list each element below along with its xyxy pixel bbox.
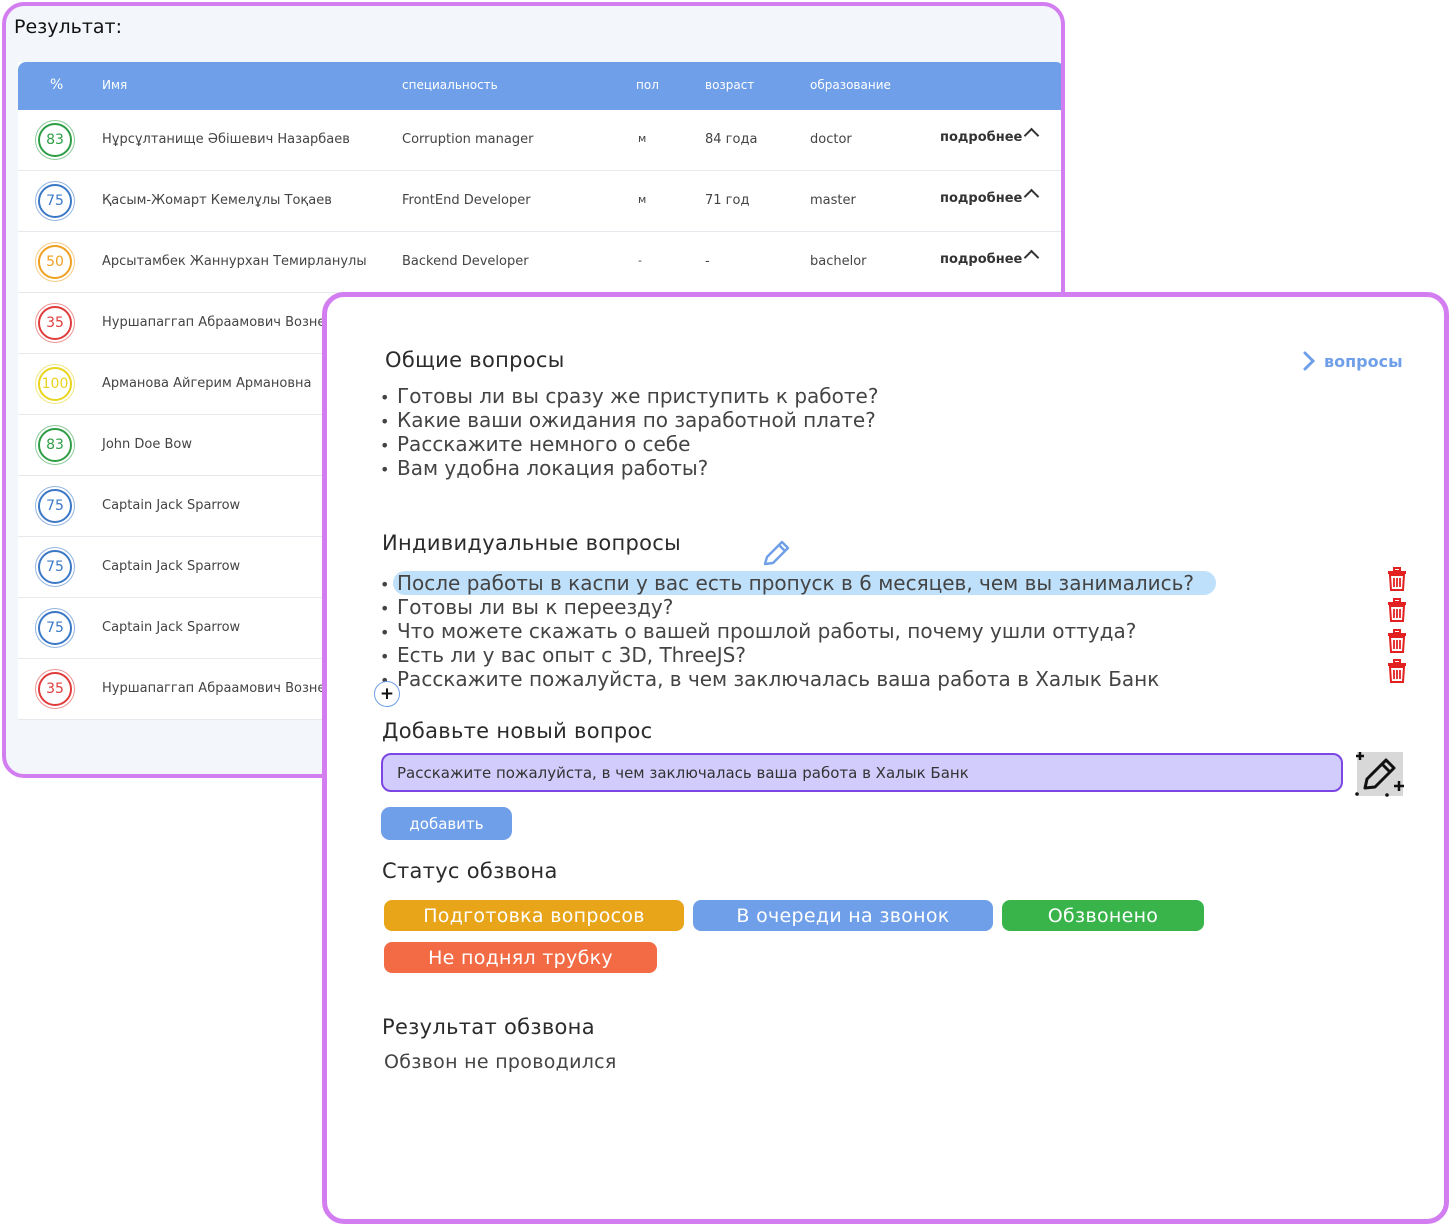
score-badge: 75: [35, 181, 75, 221]
candidate-name: Арсытамбек Жаннурхан Темирланулы: [102, 254, 367, 269]
trash-icon[interactable]: [1387, 659, 1407, 687]
score-badge: 75: [35, 486, 75, 526]
candidate-sex: м: [638, 132, 647, 145]
questions-link-label: вопросы: [1324, 351, 1403, 371]
call-result-text: Обзвон не проводился: [384, 1051, 617, 1073]
candidate-name: Қасым-Жомарт Кемелұлы Тоқаев: [102, 193, 332, 208]
candidate-specialty: Corruption manager: [402, 132, 534, 147]
trash-icon[interactable]: [1387, 598, 1407, 626]
general-questions-list: Готовы ли вы сразу же приступить к работ…: [380, 384, 878, 480]
general-questions-title: Общие вопросы: [385, 348, 565, 372]
questions-link[interactable]: вопросы: [1302, 350, 1403, 372]
details-link[interactable]: подробнее: [940, 252, 1022, 267]
new-question-input[interactable]: [381, 753, 1343, 792]
candidate-name: Captain Jack Sparrow: [102, 498, 241, 513]
candidate-name: Арманова Айгерим Армановна: [102, 376, 312, 391]
pencil-icon[interactable]: [759, 537, 793, 571]
candidate-details-panel: Общие вопросы вопросы Готовы ли вы сразу…: [322, 292, 1449, 1224]
list-item[interactable]: Что можете скажать о вашей прошлой работ…: [380, 619, 1216, 643]
score-badge: 35: [35, 303, 75, 343]
chevron-up-icon[interactable]: [1023, 188, 1040, 205]
score-badge: 83: [35, 120, 75, 160]
chevron-right-icon: [1303, 351, 1316, 371]
add-question-title: Добавьте новый вопрос: [382, 719, 653, 743]
table-row[interactable]: 83 Нұрсұлтанище Әбішевич Назарбаев Corrupt…: [18, 110, 1061, 171]
table-row[interactable]: 75 Қасым-Жомарт Кемелұлы Тоқаев FrontEnd D…: [18, 171, 1061, 232]
call-status-title: Статус обзвона: [382, 859, 558, 883]
list-item: Вам удобна локация работы?: [380, 456, 878, 480]
header-education: образование: [810, 78, 891, 92]
candidate-age: 71 год: [705, 193, 750, 208]
score-badge: 75: [35, 608, 75, 648]
candidate-age: -: [705, 254, 710, 269]
score-badge: 75: [35, 547, 75, 587]
selected-question[interactable]: После работы в каспи у вас есть пропуск …: [393, 571, 1217, 595]
candidate-education: master: [810, 193, 856, 208]
header-age: возраст: [705, 78, 755, 92]
chevron-up-icon[interactable]: [1023, 249, 1040, 266]
individual-questions-list: После работы в каспи у вас есть пропуск …: [380, 571, 1217, 691]
status-button[interactable]: Обзвонено: [1002, 900, 1204, 931]
candidate-name: John Doe Bow: [102, 437, 192, 452]
list-item[interactable]: Расскажите пожалуйста, в чем заключалась…: [380, 667, 1216, 691]
status-button[interactable]: Не поднял трубку: [384, 942, 657, 973]
status-button[interactable]: Подготовка вопросов: [384, 900, 684, 931]
candidate-age: 84 года: [705, 132, 758, 147]
details-link[interactable]: подробнее: [940, 130, 1022, 145]
plus-icon[interactable]: +: [374, 681, 400, 707]
candidate-sex: м: [638, 193, 647, 206]
details-link[interactable]: подробнее: [940, 191, 1022, 206]
list-item[interactable]: После работы в каспи у вас есть пропуск …: [380, 571, 1217, 595]
candidate-name: Captain Jack Sparrow: [102, 620, 241, 635]
score-badge: 100: [35, 364, 75, 404]
list-item: Готовы ли вы сразу же приступить к работ…: [380, 384, 878, 408]
table-header: % Имя специальность пол возраст образова…: [18, 62, 1061, 110]
candidate-name: Нұрсұлтанище Әбішевич Назарбаев: [102, 132, 350, 147]
header-score: %: [50, 77, 64, 93]
candidate-specialty: FrontEnd Developer: [402, 193, 531, 208]
call-result-title: Результат обзвона: [382, 1015, 595, 1039]
candidate-sex: -: [638, 254, 642, 267]
list-item: Какие ваши ожидания по заработной плате?: [380, 408, 878, 432]
list-item[interactable]: Есть ли у вас опыт с 3D, ThreeJS?: [380, 643, 1216, 667]
magic-pencil-icon[interactable]: [1353, 748, 1407, 800]
header-specialty: специальность: [402, 78, 498, 92]
list-item: Расскажите немного о себе: [380, 432, 878, 456]
status-button[interactable]: В очереди на звонок: [693, 900, 993, 931]
add-button[interactable]: добавить: [381, 807, 512, 840]
trash-icon[interactable]: [1387, 629, 1407, 657]
candidate-education: doctor: [810, 132, 852, 147]
list-item[interactable]: Готовы ли вы к переезду?: [380, 595, 1216, 619]
candidate-education: bachelor: [810, 254, 867, 269]
header-name: Имя: [102, 78, 128, 92]
trash-icon[interactable]: [1387, 567, 1407, 595]
header-sex: пол: [636, 78, 659, 92]
chevron-up-icon[interactable]: [1023, 127, 1040, 144]
table-row[interactable]: 50 Арсытамбек Жаннурхан Темирланулы Backen…: [18, 232, 1061, 293]
individual-questions-title: Индивидуальные вопросы: [382, 531, 682, 555]
candidate-name: Captain Jack Sparrow: [102, 559, 241, 574]
score-badge: 35: [35, 669, 75, 709]
candidate-specialty: Backend Developer: [402, 254, 529, 269]
panel-title: Результат:: [14, 16, 123, 38]
score-badge: 50: [35, 242, 75, 282]
score-badge: 83: [35, 425, 75, 465]
